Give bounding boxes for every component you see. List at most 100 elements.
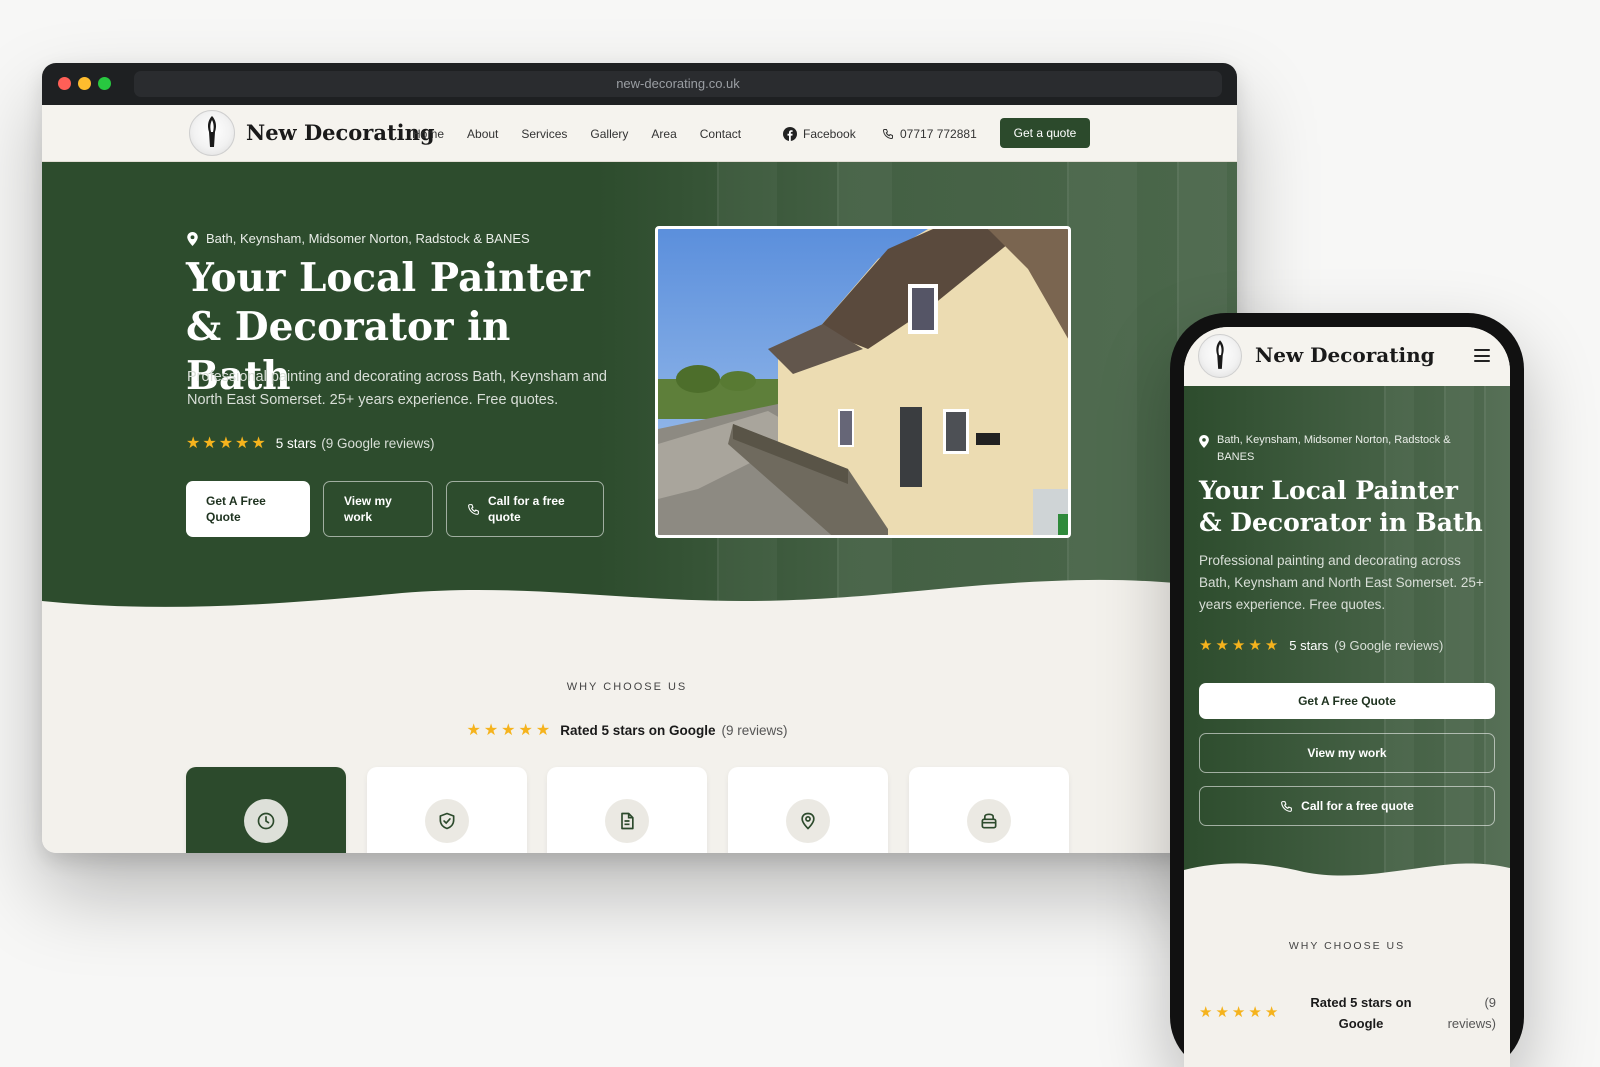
hero-location-text: Bath, Keynsham, Midsomer Norton, Radstoc… bbox=[206, 231, 530, 246]
star-icon: ★ bbox=[501, 722, 516, 739]
map-pin-icon bbox=[786, 799, 830, 843]
hero-location: Bath, Keynsham, Midsomer Norton, Radstoc… bbox=[187, 231, 530, 249]
map-pin-icon bbox=[187, 232, 198, 249]
document-icon bbox=[605, 799, 649, 843]
star-icon: ★ bbox=[1215, 1004, 1229, 1021]
hero-location: Bath, Keynsham, Midsomer Norton, Radstoc… bbox=[1199, 432, 1484, 466]
desktop-browser-window: new-decorating.co.uk New Decorating Home… bbox=[42, 63, 1237, 853]
hero-location-text: Bath, Keynsham, Midsomer Norton, Radstoc… bbox=[1217, 434, 1451, 463]
brand-name[interactable]: New Decorating bbox=[1255, 343, 1435, 367]
star-icon: ★ bbox=[1248, 637, 1262, 654]
nav-home[interactable]: Home bbox=[412, 127, 444, 141]
hero-title: Your Local Painter & Decorator in Bath bbox=[1199, 476, 1483, 537]
feature-card[interactable] bbox=[547, 767, 707, 853]
brand-logo[interactable] bbox=[1198, 334, 1242, 378]
view-my-work-button[interactable]: View my work bbox=[1199, 733, 1495, 773]
get-free-quote-button[interactable]: Get A Free Quote bbox=[1199, 683, 1495, 719]
nav-facebook-link[interactable]: Facebook bbox=[783, 105, 856, 162]
main-nav: Home About Services Gallery Area Contact bbox=[412, 105, 764, 162]
star-icon: ★ bbox=[1264, 637, 1279, 654]
nav-contact[interactable]: Contact bbox=[700, 127, 741, 141]
facebook-label: Facebook bbox=[803, 126, 856, 141]
rated-label: Rated 5 stars on Google bbox=[1310, 995, 1412, 1031]
nav-services[interactable]: Services bbox=[521, 127, 567, 141]
hero-description: Professional painting and decorating acr… bbox=[1199, 553, 1484, 612]
nav-area[interactable]: Area bbox=[651, 127, 676, 141]
star-icon: ★ bbox=[1248, 1004, 1262, 1021]
star-icon: ★ bbox=[186, 435, 201, 452]
rating-stars: ★ ★ ★ ★ ★ bbox=[186, 433, 268, 453]
feature-card[interactable] bbox=[186, 767, 346, 853]
phone-icon bbox=[1280, 800, 1293, 813]
hero-rating: ★ ★ ★ ★ ★ 5 stars (9 Google reviews) bbox=[186, 433, 435, 453]
star-icon: ★ bbox=[218, 435, 234, 452]
maximize-window-button[interactable] bbox=[98, 77, 111, 90]
hero-wave-divider bbox=[42, 579, 1237, 622]
hero-description: Professional painting and decorating acr… bbox=[187, 369, 607, 408]
review-count: (9 reviews) bbox=[1447, 995, 1496, 1031]
mobile-phone-frame: New Decorating Bath, Keynsham, Midsomer … bbox=[1170, 313, 1524, 1067]
why-choose-us-heading: WHY CHOOSE US bbox=[1288, 940, 1406, 952]
why-choose-us-heading: WHY CHOOSE US bbox=[566, 681, 688, 693]
map-pin-icon bbox=[1199, 435, 1209, 454]
phone-number: 07717 772881 bbox=[900, 126, 977, 141]
rating-label: 5 stars bbox=[1289, 637, 1329, 653]
star-icon: ★ bbox=[1215, 637, 1229, 654]
shield-check-icon bbox=[425, 799, 469, 843]
phone-icon bbox=[882, 128, 894, 140]
rating-stars: ★ ★ ★ ★ ★ bbox=[1199, 636, 1281, 654]
rating-stars: ★ ★ ★ ★ ★ bbox=[1199, 1003, 1281, 1021]
nav-about[interactable]: About bbox=[467, 127, 498, 141]
why-rating: ★ ★ ★ ★ ★ Rated 5 stars on Google (9 reviews… bbox=[42, 720, 1212, 740]
clock-icon bbox=[244, 799, 288, 843]
hero-wave-divider bbox=[1184, 863, 1510, 891]
brush-logo-icon bbox=[208, 116, 216, 147]
call-button-label: Call for a free quote bbox=[1301, 799, 1414, 813]
star-icon: ★ bbox=[1264, 1004, 1279, 1021]
call-free-quote-button[interactable]: Call for a free quote bbox=[446, 481, 604, 537]
hero-rating: ★ ★ ★ ★ ★ 5 stars (9 Google reviews) bbox=[1199, 636, 1443, 654]
get-free-quote-button[interactable]: Get A Free Quote bbox=[186, 481, 310, 537]
browser-chrome: new-decorating.co.uk bbox=[42, 63, 1237, 105]
mobile-hero-section: Bath, Keynsham, Midsomer Norton, Radstoc… bbox=[1184, 386, 1510, 891]
rating-count: (9 Google reviews) bbox=[1334, 637, 1444, 653]
star-icon: ★ bbox=[535, 722, 551, 739]
brand-name[interactable]: New Decorating bbox=[246, 120, 435, 145]
star-icon: ★ bbox=[518, 722, 533, 739]
paint-bucket-icon bbox=[967, 799, 1011, 843]
feature-card[interactable] bbox=[728, 767, 888, 853]
feature-card[interactable] bbox=[367, 767, 527, 853]
rating-count: (9 Google reviews) bbox=[321, 435, 435, 451]
nav-phone-link[interactable]: 07717 772881 bbox=[882, 105, 977, 162]
minimize-window-button[interactable] bbox=[78, 77, 91, 90]
mobile-screen: New Decorating Bath, Keynsham, Midsomer … bbox=[1184, 327, 1510, 1067]
nav-gallery[interactable]: Gallery bbox=[590, 127, 628, 141]
site-header: New Decorating Home About Services Galle… bbox=[42, 105, 1237, 162]
address-bar[interactable]: new-decorating.co.uk bbox=[134, 71, 1222, 97]
rating-stars: ★ ★ ★ ★ ★ bbox=[466, 720, 553, 740]
brand-logo[interactable] bbox=[189, 110, 235, 156]
call-free-quote-button[interactable]: Call for a free quote bbox=[1199, 786, 1495, 826]
get-a-quote-button[interactable]: Get a quote bbox=[1000, 118, 1090, 148]
close-window-button[interactable] bbox=[58, 77, 71, 90]
why-choose-us-section: WHY CHOOSE US ★ ★ ★ ★ ★ Rated 5 stars on Goo… bbox=[42, 622, 1237, 853]
star-icon: ★ bbox=[251, 435, 266, 452]
star-icon: ★ bbox=[235, 435, 250, 452]
star-icon: ★ bbox=[1199, 637, 1213, 654]
review-count: (9 reviews) bbox=[721, 722, 788, 738]
brush-logo-icon bbox=[1216, 340, 1224, 369]
mobile-header: New Decorating bbox=[1184, 327, 1510, 386]
view-my-work-button[interactable]: View my work bbox=[323, 481, 433, 537]
star-icon: ★ bbox=[1231, 637, 1246, 654]
star-icon: ★ bbox=[483, 722, 499, 739]
star-icon: ★ bbox=[202, 435, 217, 452]
feature-card[interactable] bbox=[909, 767, 1069, 853]
star-icon: ★ bbox=[466, 722, 481, 739]
hero-section: Bath, Keynsham, Midsomer Norton, Radstoc… bbox=[42, 162, 1237, 622]
call-button-label: Call for a free quote bbox=[488, 494, 565, 524]
house-photo bbox=[655, 226, 1071, 538]
rated-label: Rated 5 stars on Google bbox=[560, 722, 716, 738]
star-icon: ★ bbox=[1199, 1004, 1213, 1021]
rating-label: 5 stars bbox=[275, 435, 317, 451]
hamburger-menu-icon[interactable] bbox=[1474, 349, 1490, 362]
